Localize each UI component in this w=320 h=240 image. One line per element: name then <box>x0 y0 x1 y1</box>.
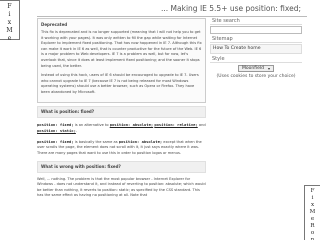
style-label: Style <box>210 56 302 63</box>
code-position-absolute[interactable]: position: absolute; <box>110 122 153 127</box>
tab-letter: F <box>7 3 12 10</box>
style-select[interactable]: Moonfield ▾ <box>238 65 274 72</box>
tab-letter: i <box>311 195 314 201</box>
tab-letter: x <box>7 19 12 26</box>
section2-paragraph: Well, ... nothing. The problem is that t… <box>37 176 206 198</box>
tab-letter: R <box>310 223 315 229</box>
section1-paragraph-2: position: fixed; is basically the same a… <box>37 138 202 155</box>
tab-letter: x <box>310 202 315 208</box>
tab-letter: F <box>310 188 315 194</box>
chevron-down-icon: ▾ <box>267 66 270 71</box>
section-title-what-is-wrong: What is wrong with position: fixed? <box>37 160 206 173</box>
tab-letter: i <box>8 11 11 18</box>
site-search-label: Site search <box>210 18 302 25</box>
tab-letter: M <box>309 209 316 215</box>
tab-letter: o <box>310 230 315 236</box>
code-position-static[interactable]: position: static; <box>37 128 76 133</box>
tab-letter: e <box>310 216 315 222</box>
home-link[interactable]: How To Create home <box>210 44 302 54</box>
page-title: ... Making IE 5.5+ use position: fixed; <box>161 4 301 13</box>
fixme-left-tab[interactable]: FixMe <box>0 0 20 42</box>
main-content: Deprecated This fix is deprecated and is… <box>37 18 206 240</box>
deprecated-paragraph-1: This fix is deprecated and is no longer … <box>41 30 202 68</box>
deprecated-notice: Deprecated This fix is deprecated and is… <box>37 18 206 103</box>
code-position-relative[interactable]: position: relative; <box>154 122 197 127</box>
section1-paragraph-1: position: fixed; is an alternative to po… <box>37 121 206 134</box>
deprecated-paragraph-2: Instead of using this hack, users of IE … <box>41 73 199 94</box>
tab-letter: M <box>6 27 13 34</box>
site-search-input[interactable] <box>210 26 302 34</box>
header-divider <box>37 16 307 17</box>
fixme-right-tab[interactable]: FixMeRon <box>304 185 320 240</box>
deprecated-title: Deprecated <box>41 22 68 27</box>
code-position-fixed: position: fixed; <box>37 121 74 127</box>
section-title-what-is: What is position: fixed? <box>37 105 206 118</box>
sidebar: Site search Sitemap How To Create home S… <box>210 18 302 79</box>
sitemap-label: Sitemap <box>210 36 302 43</box>
style-note: (Uses cookies to store your choice) <box>216 74 296 79</box>
tab-letter: e <box>7 35 12 42</box>
